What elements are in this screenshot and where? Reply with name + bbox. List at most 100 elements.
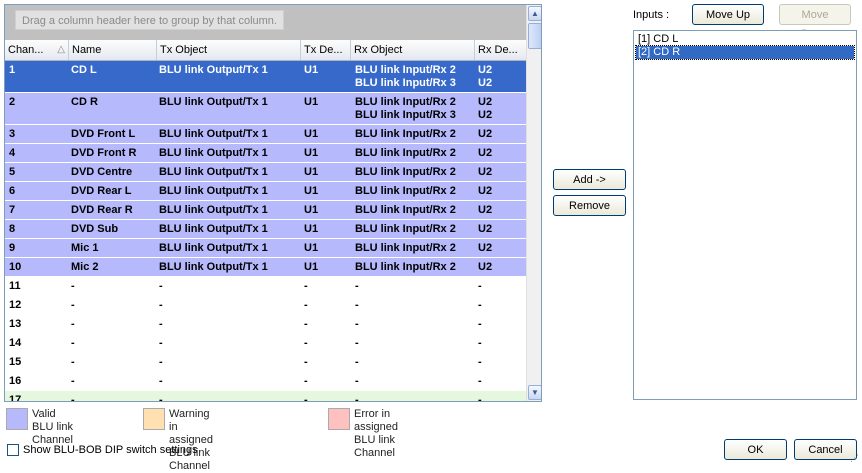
table-cell: BLU link Input/Rx 2 <box>355 261 456 273</box>
table-row[interactable]: 17 - - - - - <box>5 391 526 402</box>
table-cell: BLU link Input/Rx 3 <box>355 109 456 121</box>
table-cell: CD L <box>71 64 97 76</box>
table-cell: Mic 1 <box>71 242 99 254</box>
vertical-scrollbar[interactable]: ▲ ▼ <box>526 5 541 401</box>
table-row[interactable]: 1 CD L BLU link Output/Tx 1 U1 BLU link Inpu… <box>5 61 526 93</box>
table-cell: 17 <box>9 394 22 402</box>
table-row[interactable]: 15 - - - - - <box>5 353 526 372</box>
table-cell: - <box>159 356 163 368</box>
remove-button[interactable]: Remove <box>553 195 626 216</box>
table-cell: - <box>304 356 308 368</box>
legend-label-line: Channel <box>354 447 395 459</box>
legend-label-line: Channel <box>169 460 210 472</box>
table-cell: - <box>478 394 482 402</box>
table-cell: U2 <box>478 166 493 178</box>
table-row[interactable]: 14 - - - - - <box>5 334 526 353</box>
table-cell: U1 <box>304 242 319 254</box>
table-cell: - <box>304 394 308 402</box>
table-cell: U1 <box>304 64 319 76</box>
table-row[interactable]: 8 DVD Sub BLU link Output/Tx 1 U1 BLU link I… <box>5 220 526 239</box>
inputs-list[interactable]: [1] CD L [2] CD R <box>633 30 857 400</box>
table-cell: - <box>355 356 359 368</box>
input-list-item[interactable]: [2] CD R <box>635 45 855 60</box>
group-by-area[interactable]: Drag a column header here to group by th… <box>5 5 526 40</box>
table-cell: DVD Sub <box>71 223 119 235</box>
table-cell: BLU link Output/Tx 1 <box>159 242 268 254</box>
resize-grip-icon[interactable]: ⋰ <box>850 453 860 463</box>
scroll-thumb[interactable] <box>528 23 541 49</box>
table-cell: - <box>304 337 308 349</box>
column-header-channel[interactable]: Chan... △ <box>5 40 69 60</box>
table-cell: BLU link Input/Rx 2 <box>355 185 456 197</box>
scroll-down-icon[interactable]: ▼ <box>528 385 541 400</box>
column-header-tx-device[interactable]: Tx De... <box>301 40 351 60</box>
table-cell: BLU link Input/Rx 2 <box>355 128 456 140</box>
table-cell: 6 <box>9 185 16 197</box>
table-cell: BLU link Output/Tx 1 <box>159 147 268 159</box>
table-cell: U2 <box>478 147 493 159</box>
table-cell: - <box>478 375 482 387</box>
table-row[interactable]: 5 DVD Centre BLU link Output/Tx 1 U1 BLU lin… <box>5 163 526 182</box>
table-row[interactable]: 4 DVD Front R BLU link Output/Tx 1 U1 BLU li… <box>5 144 526 163</box>
show-dip-switch-checkbox[interactable] <box>7 444 19 456</box>
move-up-button[interactable]: Move Up <box>692 4 764 25</box>
table-row[interactable]: 13 - - - - - <box>5 315 526 334</box>
table-cell: U2 <box>478 64 493 76</box>
table-cell: BLU link Input/Rx 2 <box>355 204 456 216</box>
table-cell: 8 <box>9 223 16 235</box>
table-cell: 11 <box>9 280 21 292</box>
table-row[interactable]: 3 DVD Front L BLU link Output/Tx 1 U1 BLU li… <box>5 125 526 144</box>
add-button[interactable]: Add -> <box>553 169 626 190</box>
column-header-rx-device[interactable]: Rx De... <box>475 40 526 60</box>
table-cell: U1 <box>304 204 319 216</box>
table-cell: - <box>478 299 482 311</box>
table-cell: U1 <box>304 223 319 235</box>
table-cell: 1 <box>9 64 16 76</box>
table-cell: - <box>304 280 308 292</box>
legend-label: Valid BLU link Channel <box>32 408 73 447</box>
cancel-button[interactable]: Cancel <box>794 439 857 460</box>
column-header-tx-object[interactable]: Tx Object <box>157 40 301 60</box>
table-cell: BLU link Input/Rx 2 <box>355 242 456 254</box>
group-by-hint: Drag a column header here to group by th… <box>15 10 284 30</box>
move-down-button[interactable]: Move Down <box>779 4 851 40</box>
table-row[interactable]: 9 Mic 1 BLU link Output/Tx 1 U1 BLU link Inp… <box>5 239 526 258</box>
table-cell: 9 <box>9 242 16 254</box>
legend-label-line: Valid BLU link <box>32 408 73 433</box>
table-row[interactable]: 11 - - - - - <box>5 277 526 296</box>
input-list-item[interactable]: [1] CD L <box>636 33 854 46</box>
table-cell: CD R <box>71 96 98 108</box>
table-cell: 13 <box>9 318 22 330</box>
table-cell: - <box>304 299 308 311</box>
table-cell: U1 <box>304 185 319 197</box>
table-cell: 4 <box>9 147 16 159</box>
column-header-name[interactable]: Name <box>69 40 157 60</box>
table-cell: - <box>355 280 359 292</box>
table-cell: BLU link Output/Tx 1 <box>159 64 268 76</box>
table-cell: - <box>478 356 482 368</box>
scroll-up-icon[interactable]: ▲ <box>528 6 541 21</box>
table-cell: BLU link Input/Rx 2 <box>355 223 456 235</box>
table-cell: BLU link Output/Tx 1 <box>159 166 268 178</box>
table-cell: 2 <box>9 96 16 108</box>
table-cell: DVD Rear R <box>71 204 133 216</box>
table-cell: - <box>71 394 75 402</box>
table-cell: U1 <box>304 166 319 178</box>
table-cell: - <box>159 299 163 311</box>
inputs-label: Inputs : <box>633 9 670 21</box>
table-row[interactable]: 16 - - - - - <box>5 372 526 391</box>
table-cell: 7 <box>9 204 16 216</box>
table-row[interactable]: 2 CD R BLU link Output/Tx 1 U1 BLU link Inpu… <box>5 93 526 125</box>
column-header-rx-object[interactable]: Rx Object <box>351 40 475 60</box>
table-row[interactable]: 12 - - - - - <box>5 296 526 315</box>
ok-button[interactable]: OK <box>724 439 787 460</box>
table-cell: 14 <box>9 337 22 349</box>
legend-swatch <box>6 408 28 430</box>
legend-label: Error in assigned BLU link Channel <box>354 408 398 460</box>
table-row[interactable]: 6 DVD Rear L BLU link Output/Tx 1 U1 BLU lin… <box>5 182 526 201</box>
table-cell: - <box>478 280 482 292</box>
table-cell: U2 <box>478 185 493 197</box>
table-cell: BLU link Input/Rx 3 <box>355 77 456 89</box>
table-row[interactable]: 10 Mic 2 BLU link Output/Tx 1 U1 BLU link In… <box>5 258 526 277</box>
table-row[interactable]: 7 DVD Rear R BLU link Output/Tx 1 U1 BLU lin… <box>5 201 526 220</box>
